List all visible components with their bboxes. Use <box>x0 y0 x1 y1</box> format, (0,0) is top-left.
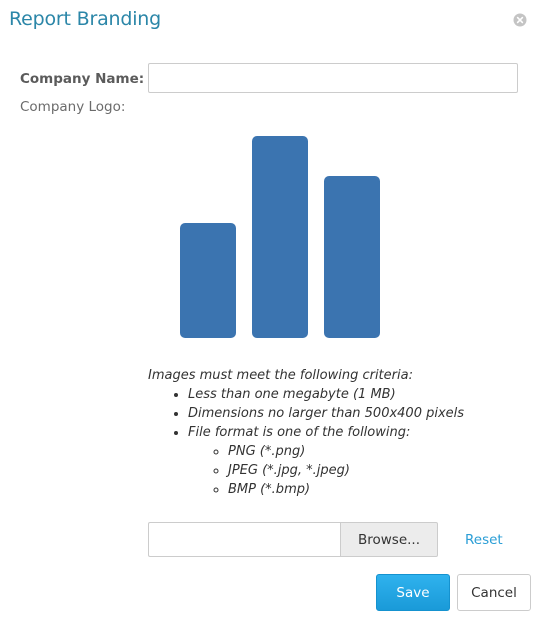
browse-button[interactable]: Browse... <box>340 522 438 557</box>
criteria-dimensions: Dimensions no larger than 500x400 pixels <box>188 404 528 423</box>
format-list: PNG (*.png) JPEG (*.jpg, *.jpeg) BMP (*.… <box>188 442 528 499</box>
criteria-size: Less than one megabyte (1 MB) <box>188 385 528 404</box>
close-icon[interactable] <box>513 13 527 27</box>
report-branding-dialog: Report Branding Company Name: Company Lo… <box>0 0 537 618</box>
format-png: PNG (*.png) <box>228 442 528 461</box>
save-button[interactable]: Save <box>376 574 450 611</box>
criteria-format: File format is one of the following: PNG… <box>188 423 528 499</box>
file-path-field[interactable] <box>148 522 341 557</box>
reset-link[interactable]: Reset <box>465 532 503 548</box>
logo-bar-2 <box>252 136 308 338</box>
cancel-button[interactable]: Cancel <box>457 574 531 611</box>
dialog-title: Report Branding <box>9 8 161 30</box>
company-logo-image <box>180 136 380 338</box>
logo-bar-1 <box>180 223 236 338</box>
company-name-label: Company Name: <box>20 71 145 87</box>
format-bmp: BMP (*.bmp) <box>228 480 528 499</box>
logo-bar-3 <box>324 176 380 338</box>
format-jpeg: JPEG (*.jpg, *.jpeg) <box>228 461 528 480</box>
image-criteria: Images must meet the following criteria:… <box>148 366 528 499</box>
criteria-intro: Images must meet the following criteria: <box>148 368 413 383</box>
company-logo-label: Company Logo: <box>20 99 126 115</box>
company-name-input[interactable] <box>148 63 518 93</box>
criteria-list: Less than one megabyte (1 MB) Dimensions… <box>148 385 528 499</box>
criteria-format-text: File format is one of the following: <box>188 425 411 440</box>
